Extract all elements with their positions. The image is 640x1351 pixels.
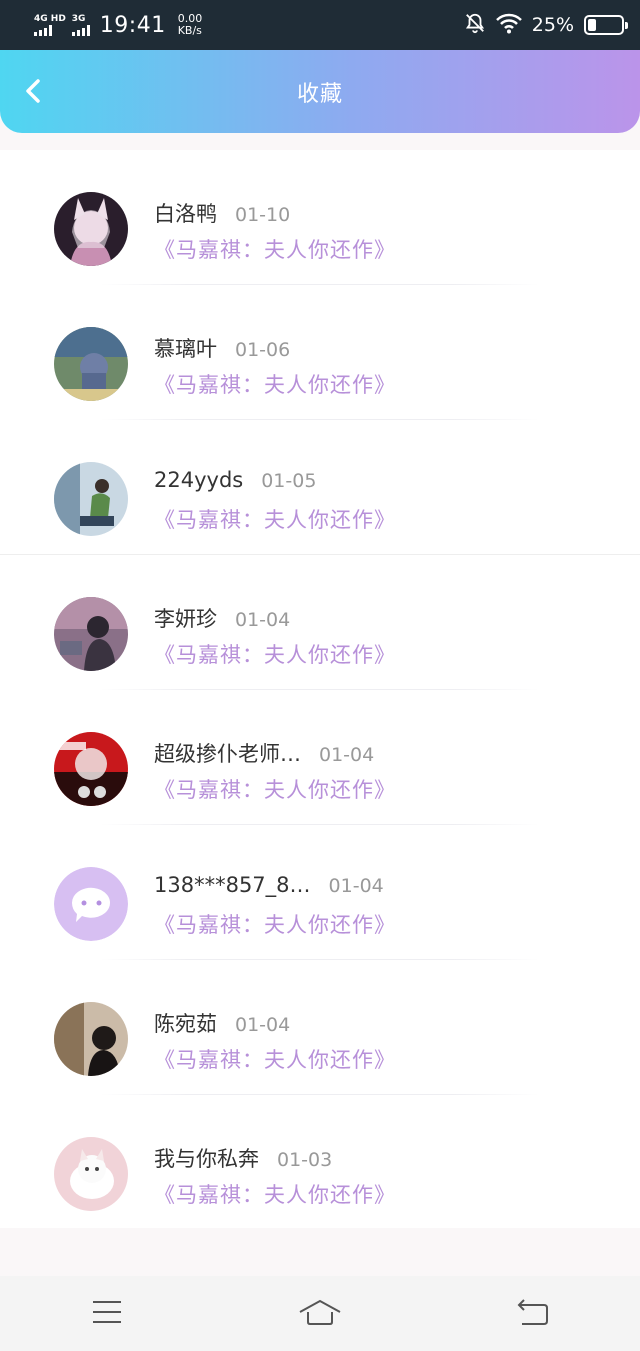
user-name: 李妍珍 bbox=[154, 607, 217, 631]
list-item[interactable]: 138***857_8… 01-04 《马嘉祺：夫人你还作》 bbox=[0, 825, 640, 960]
user-name: 慕璃叶 bbox=[154, 337, 217, 361]
name-row: 白洛鸭 01-10 bbox=[154, 198, 290, 228]
user-name: 超级掺仆老师… bbox=[154, 742, 301, 766]
story-title[interactable]: 《马嘉祺：夫人你还作》 bbox=[154, 774, 396, 804]
network-type-1: 4G HD bbox=[34, 13, 66, 24]
battery-icon bbox=[584, 15, 628, 35]
list-item[interactable]: 慕璃叶 01-06 《马嘉祺：夫人你还作》 bbox=[0, 285, 640, 420]
network-type-2: 3G bbox=[71, 13, 86, 24]
chevron-left-icon bbox=[24, 78, 42, 108]
user-name: 陈宛茹 bbox=[154, 1012, 217, 1036]
favorite-date: 01-04 bbox=[235, 1014, 291, 1036]
user-name: 224yyds bbox=[154, 468, 244, 492]
menu-button[interactable] bbox=[77, 1294, 137, 1334]
favorite-date: 01-04 bbox=[235, 609, 291, 631]
story-title[interactable]: 《马嘉祺：夫人你还作》 bbox=[154, 369, 396, 399]
name-row: 陈宛茹 01-04 bbox=[154, 1008, 290, 1038]
list-item[interactable]: 224yyds 01-05 《马嘉祺：夫人你还作》 bbox=[0, 420, 640, 555]
signal-bars-icon: 4G HD bbox=[34, 13, 66, 36]
name-row: 李妍珍 01-04 bbox=[154, 603, 290, 633]
mute-bell-icon bbox=[464, 12, 486, 38]
user-name: 我与你私奔 bbox=[154, 1147, 259, 1171]
wifi-icon bbox=[495, 12, 522, 38]
system-nav-bar bbox=[0, 1276, 640, 1351]
favorite-date: 01-10 bbox=[235, 204, 291, 226]
story-title[interactable]: 《马嘉祺：夫人你还作》 bbox=[154, 909, 396, 939]
home-icon bbox=[298, 1298, 342, 1330]
list-item[interactable]: 李妍珍 01-04 《马嘉祺：夫人你还作》 bbox=[0, 555, 640, 690]
clock: 19:41 bbox=[99, 12, 166, 38]
name-row: 慕璃叶 01-06 bbox=[154, 333, 290, 363]
favorite-date: 01-04 bbox=[328, 875, 384, 897]
avatar[interactable] bbox=[54, 597, 128, 671]
network-speed: 0.00 KB/s bbox=[178, 13, 203, 37]
header: 收藏 bbox=[0, 50, 640, 133]
home-button[interactable] bbox=[290, 1294, 350, 1334]
favorite-date: 01-04 bbox=[319, 744, 375, 766]
user-name: 138***857_8… bbox=[154, 873, 311, 897]
list-item[interactable]: 陈宛茹 01-04 《马嘉祺：夫人你还作》 bbox=[0, 960, 640, 1095]
list-item[interactable]: 我与你私奔 01-03 《马嘉祺：夫人你还作》 bbox=[0, 1095, 640, 1230]
name-row: 138***857_8… 01-04 bbox=[154, 873, 384, 897]
user-name: 白洛鸭 bbox=[154, 202, 217, 226]
story-title[interactable]: 《马嘉祺：夫人你还作》 bbox=[154, 1179, 396, 1209]
avatar[interactable] bbox=[54, 1137, 128, 1211]
favorite-date: 01-03 bbox=[277, 1149, 333, 1171]
default-avatar[interactable] bbox=[54, 867, 128, 941]
page-title: 收藏 bbox=[296, 81, 343, 107]
avatar[interactable] bbox=[54, 192, 128, 266]
avatar[interactable] bbox=[54, 732, 128, 806]
story-title[interactable]: 《马嘉祺：夫人你还作》 bbox=[154, 639, 396, 669]
name-row: 超级掺仆老师… 01-04 bbox=[154, 738, 374, 768]
speed-unit: KB/s bbox=[177, 24, 202, 37]
favorite-date: 01-05 bbox=[261, 470, 317, 492]
story-title[interactable]: 《马嘉祺：夫人你还作》 bbox=[154, 234, 396, 264]
avatar[interactable] bbox=[54, 462, 128, 536]
menu-icon bbox=[91, 1299, 123, 1329]
name-row: 我与你私奔 01-03 bbox=[154, 1143, 332, 1173]
status-bar: 4G HD 3G 19:41 0.00 KB/s 25% bbox=[0, 0, 640, 50]
name-row: 224yyds 01-05 bbox=[154, 468, 316, 492]
back-button[interactable] bbox=[18, 78, 48, 108]
favorites-list: 白洛鸭 01-10 《马嘉祺：夫人你还作》 慕璃叶 01-06 《马嘉祺：夫人你… bbox=[0, 150, 640, 1228]
battery-percent: 25% bbox=[531, 14, 574, 36]
back-nav-button[interactable] bbox=[503, 1294, 563, 1334]
back-icon bbox=[516, 1298, 550, 1330]
story-title[interactable]: 《马嘉祺：夫人你还作》 bbox=[154, 1044, 396, 1074]
avatar[interactable] bbox=[54, 327, 128, 401]
status-right: 25% bbox=[464, 12, 628, 38]
list-item[interactable]: 白洛鸭 01-10 《马嘉祺：夫人你还作》 bbox=[0, 150, 640, 285]
status-left: 4G HD 3G 19:41 0.00 KB/s bbox=[34, 13, 202, 38]
favorite-date: 01-06 bbox=[235, 339, 291, 361]
story-title[interactable]: 《马嘉祺：夫人你还作》 bbox=[154, 504, 396, 534]
list-item[interactable]: 超级掺仆老师… 01-04 《马嘉祺：夫人你还作》 bbox=[0, 690, 640, 825]
signal-bars-icon-2: 3G bbox=[71, 13, 90, 36]
avatar[interactable] bbox=[54, 1002, 128, 1076]
